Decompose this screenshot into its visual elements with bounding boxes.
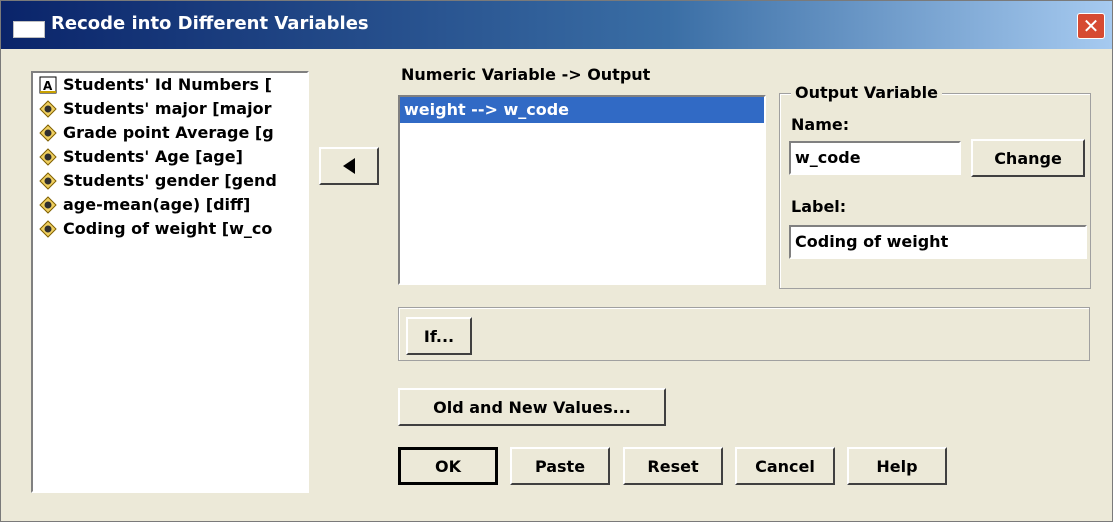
list-item[interactable]: Students' Age [age] <box>33 145 307 169</box>
numeric-variable-icon <box>39 220 57 238</box>
list-item-label: age-mean(age) [diff] <box>63 195 251 214</box>
list-item-label: Grade point Average [g <box>63 123 274 142</box>
numeric-variable-icon <box>39 196 57 214</box>
move-variable-button[interactable] <box>319 147 379 185</box>
svg-text:A: A <box>43 79 53 93</box>
numeric-variable-icon <box>39 100 57 118</box>
list-item-label: Coding of weight [w_co <box>63 219 273 238</box>
left-arrow-icon <box>343 158 355 174</box>
close-icon: ✕ <box>1082 14 1100 38</box>
list-item[interactable]: age-mean(age) [diff] <box>33 193 307 217</box>
old-new-values-button[interactable]: Old and New Values... <box>398 388 666 426</box>
change-button[interactable]: Change <box>971 139 1085 177</box>
window-icon <box>13 21 45 38</box>
cancel-button[interactable]: Cancel <box>735 447 835 485</box>
list-item-label: Students' gender [gend <box>63 171 277 190</box>
list-item[interactable]: Students' major [major <box>33 97 307 121</box>
numeric-variable-icon <box>39 148 57 166</box>
if-panel <box>398 307 1090 361</box>
title-bar[interactable]: Recode into Different Variables ✕ <box>1 1 1112 49</box>
dialog-window: Recode into Different Variables ✕ A Stude… <box>0 0 1113 522</box>
mapping-item[interactable]: weight --> w_code <box>400 97 764 123</box>
list-item[interactable]: Coding of weight [w_co <box>33 217 307 241</box>
list-item[interactable]: A Students' Id Numbers [ <box>33 73 307 97</box>
close-button[interactable]: ✕ <box>1077 13 1105 39</box>
window-title: Recode into Different Variables <box>51 13 369 34</box>
paste-button[interactable]: Paste <box>510 447 610 485</box>
numeric-variable-icon <box>39 124 57 142</box>
list-item-label: Students' major [major <box>63 99 272 118</box>
list-item[interactable]: Students' gender [gend <box>33 169 307 193</box>
mapping-header: Numeric Variable -> Output <box>401 65 651 84</box>
help-button[interactable]: Help <box>847 447 947 485</box>
reset-button[interactable]: Reset <box>623 447 723 485</box>
list-item[interactable]: Grade point Average [g <box>33 121 307 145</box>
list-item-label: Students' Id Numbers [ <box>63 75 272 94</box>
mapping-list[interactable]: weight --> w_code <box>398 95 766 285</box>
name-field[interactable]: w_code <box>789 141 961 175</box>
label-field[interactable]: Coding of weight <box>789 225 1087 259</box>
label-label: Label: <box>791 197 847 216</box>
list-item-label: Students' Age [age] <box>63 147 243 166</box>
numeric-variable-icon <box>39 172 57 190</box>
if-button[interactable]: If... <box>406 317 472 355</box>
output-variable-group-title: Output Variable <box>791 83 942 102</box>
string-variable-icon: A <box>39 76 57 94</box>
name-label: Name: <box>791 115 850 134</box>
source-variable-list[interactable]: A Students' Id Numbers [ Students' major [… <box>31 71 309 493</box>
ok-button[interactable]: OK <box>398 447 498 485</box>
